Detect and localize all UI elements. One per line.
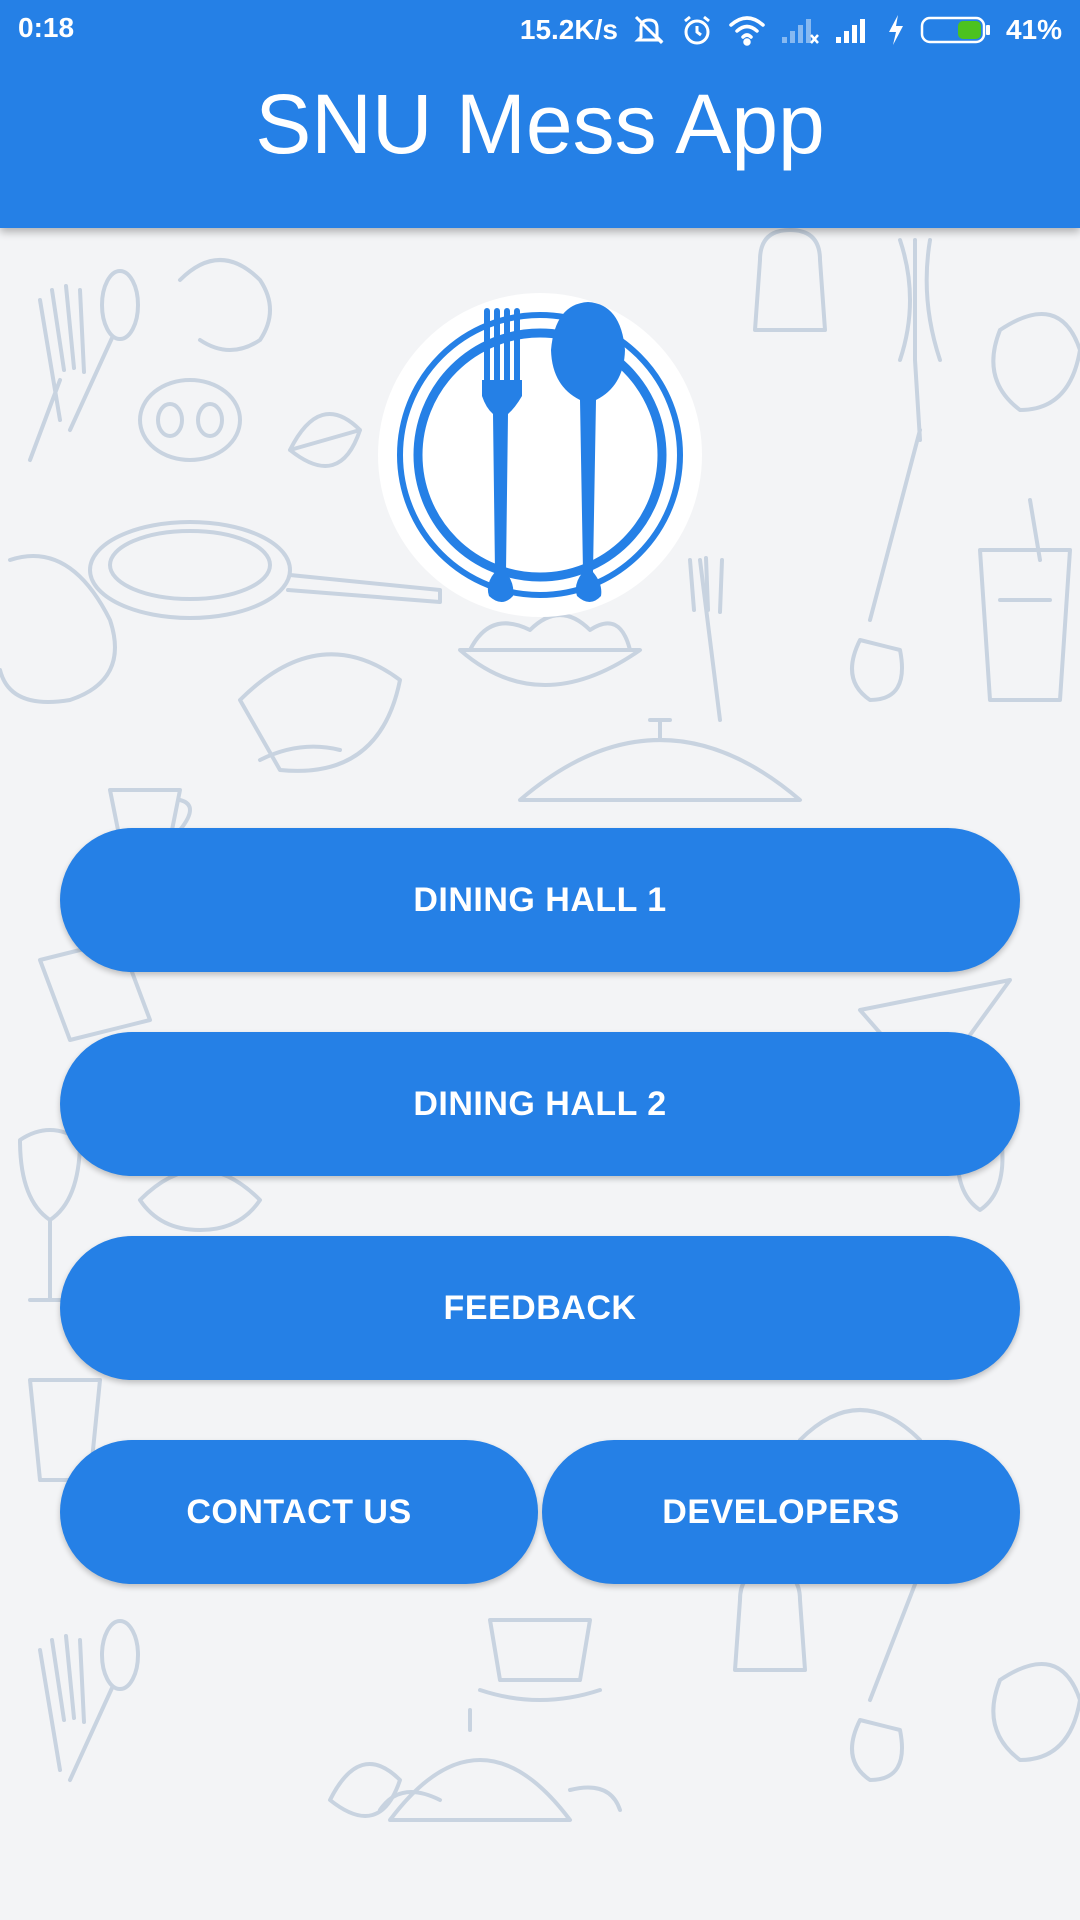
charging-icon [888, 15, 903, 45]
silent-icon [634, 15, 664, 45]
status-time: 0:18 [18, 12, 75, 43]
wifi-icon [729, 16, 765, 46]
dining-hall-1-button[interactable]: DINING HALL 1 [60, 828, 1020, 972]
app-title: SNU Mess App [255, 77, 825, 171]
contact-us-button[interactable]: CONTACT US [60, 1440, 538, 1584]
app-screen: SNU Mess App 0:18 15.2K/s 41% DINING HAL… [0, 0, 1080, 1920]
fork-spoon-plate-icon [378, 293, 702, 617]
dining-hall-2-button[interactable]: DINING HALL 2 [60, 1032, 1020, 1176]
developers-button[interactable]: DEVELOPERS [542, 1440, 1020, 1584]
network-speed: 15.2K/s [519, 14, 618, 45]
battery-percent: 41% [1005, 14, 1062, 45]
battery-icon [920, 16, 990, 44]
no-signal-icon [781, 19, 819, 44]
signal-icon [835, 19, 865, 43]
status-bar: 0:18 15.2K/s 41% [0, 0, 1080, 60]
status-icons: 15.2K/s 41% [520, 10, 1062, 50]
alarm-icon [684, 15, 710, 45]
feedback-button[interactable]: FEEDBACK [60, 1236, 1020, 1380]
